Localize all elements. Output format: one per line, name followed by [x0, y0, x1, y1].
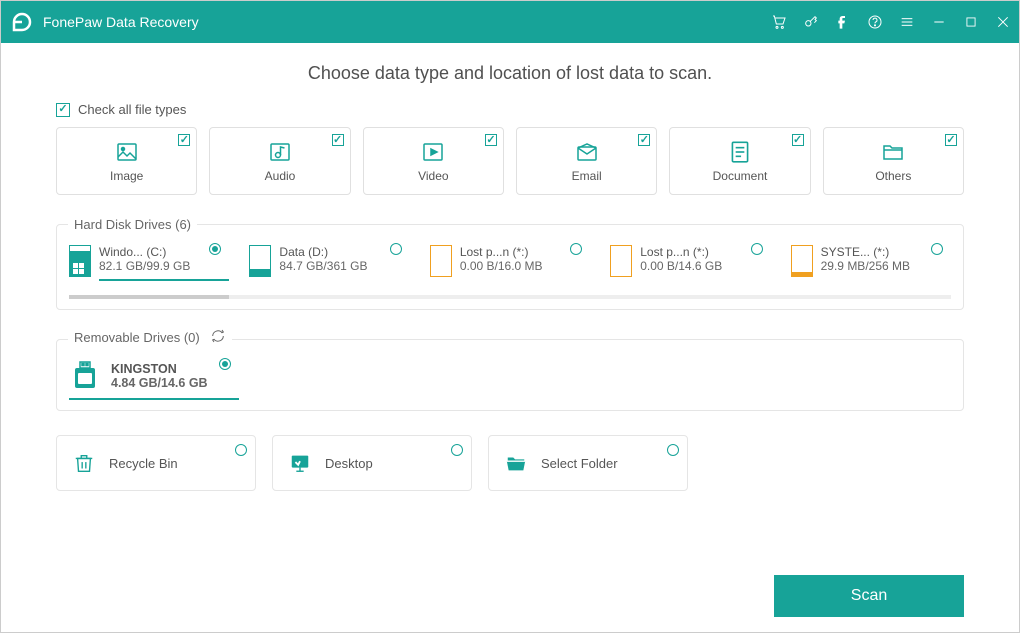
hdd-box: Windo... (C:) 82.1 GB/99.9 GB Data (D:) …: [56, 224, 964, 310]
hdd-section-label: Hard Disk Drives (6): [68, 217, 197, 232]
filetype-checkbox[interactable]: [332, 134, 344, 146]
location-radio[interactable]: [667, 444, 679, 456]
filetype-label: Email: [572, 169, 602, 183]
filetype-card-image[interactable]: Image: [56, 127, 197, 195]
video-icon: [419, 139, 447, 165]
drive-radio[interactable]: [390, 243, 402, 255]
main-content: Choose data type and location of lost da…: [1, 43, 1019, 632]
filetype-label: Document: [713, 169, 768, 183]
image-icon: [113, 139, 141, 165]
folder-open-icon: [503, 450, 529, 476]
key-icon[interactable]: [803, 14, 819, 30]
filetype-checkbox[interactable]: [945, 134, 957, 146]
scan-button[interactable]: Scan: [774, 575, 964, 617]
location-desktop[interactable]: Desktop: [272, 435, 472, 491]
filetype-checkbox[interactable]: [792, 134, 804, 146]
drive-size: 84.7 GB/361 GB: [279, 259, 409, 273]
titlebar: FonePaw Data Recovery: [1, 1, 1019, 43]
drive-size: 0.00 B/16.0 MB: [460, 259, 590, 273]
filetype-card-email[interactable]: Email: [516, 127, 657, 195]
location-label: Desktop: [325, 456, 373, 471]
facebook-icon[interactable]: [835, 14, 851, 30]
filetype-label: Others: [875, 169, 911, 183]
desktop-icon: [287, 450, 313, 476]
folder-icon: [879, 139, 907, 165]
filetype-checkbox[interactable]: [485, 134, 497, 146]
drive-icon: [610, 245, 632, 277]
menu-icon[interactable]: [899, 14, 915, 30]
scan-row: Scan: [56, 575, 964, 617]
removable-box: KINGSTON 4.84 GB/14.6 GB: [56, 339, 964, 411]
location-recycle-bin[interactable]: Recycle Bin: [56, 435, 256, 491]
location-radio[interactable]: [235, 444, 247, 456]
location-label: Select Folder: [541, 456, 618, 471]
check-all-row[interactable]: Check all file types: [56, 102, 964, 117]
email-icon: [573, 139, 601, 165]
app-logo: [9, 9, 35, 35]
drive-radio[interactable]: [931, 243, 943, 255]
filetype-label: Image: [110, 169, 143, 183]
hdd-drive[interactable]: Windo... (C:) 82.1 GB/99.9 GB: [69, 245, 229, 281]
usb-icon: [69, 360, 101, 392]
drive-underline: [99, 279, 229, 281]
drive-icon: [430, 245, 452, 277]
location-select-folder[interactable]: Select Folder: [488, 435, 688, 491]
check-all-label: Check all file types: [78, 102, 186, 117]
hdd-drive[interactable]: SYSTE... (*:) 29.9 MB/256 MB: [791, 245, 951, 281]
hdd-drive[interactable]: Lost p...n (*:) 0.00 B/14.6 GB: [610, 245, 770, 281]
hdd-drive[interactable]: Lost p...n (*:) 0.00 B/16.0 MB: [430, 245, 590, 281]
audio-icon: [266, 139, 294, 165]
drive-size: 0.00 B/14.6 GB: [640, 259, 770, 273]
filetype-card-audio[interactable]: Audio: [209, 127, 350, 195]
filetype-label: Video: [418, 169, 448, 183]
drive-size: 4.84 GB/14.6 GB: [111, 376, 208, 390]
drive-info: KINGSTON 4.84 GB/14.6 GB: [111, 362, 208, 390]
app-title: FonePaw Data Recovery: [43, 14, 771, 30]
titlebar-icons: [771, 14, 1011, 30]
filetype-card-video[interactable]: Video: [363, 127, 504, 195]
filetype-card-others[interactable]: Others: [823, 127, 964, 195]
document-icon: [726, 139, 754, 165]
drive-radio[interactable]: [751, 243, 763, 255]
help-icon[interactable]: [867, 14, 883, 30]
drive-icon: [249, 245, 271, 277]
removable-section-label: Removable Drives (0): [68, 328, 232, 347]
page-heading: Choose data type and location of lost da…: [56, 63, 964, 84]
maximize-icon[interactable]: [963, 14, 979, 30]
app-window: FonePaw Data Recovery Choose data type a…: [0, 0, 1020, 633]
trash-icon: [71, 450, 97, 476]
refresh-icon[interactable]: [210, 328, 226, 347]
drive-name: KINGSTON: [111, 362, 208, 376]
drive-icon: [791, 245, 813, 277]
drive-icon: [69, 245, 91, 277]
check-all-checkbox[interactable]: [56, 103, 70, 117]
locations-row: Recycle Bin Desktop Select Folder: [56, 435, 964, 491]
filetype-label: Audio: [265, 169, 296, 183]
filetype-card-document[interactable]: Document: [669, 127, 810, 195]
filetype-grid: Image Audio Video Email Document: [56, 127, 964, 195]
drive-radio[interactable]: [219, 358, 231, 370]
close-icon[interactable]: [995, 14, 1011, 30]
cart-icon[interactable]: [771, 14, 787, 30]
drive-underline: [69, 398, 239, 400]
removable-drive[interactable]: KINGSTON 4.84 GB/14.6 GB: [69, 360, 239, 392]
filetype-checkbox[interactable]: [638, 134, 650, 146]
location-radio[interactable]: [451, 444, 463, 456]
location-label: Recycle Bin: [109, 456, 178, 471]
hdd-row: Windo... (C:) 82.1 GB/99.9 GB Data (D:) …: [69, 245, 951, 281]
hdd-scrollbar[interactable]: [69, 295, 951, 299]
drive-size: 82.1 GB/99.9 GB: [99, 259, 229, 273]
drive-size: 29.9 MB/256 MB: [821, 259, 951, 273]
filetype-checkbox[interactable]: [178, 134, 190, 146]
hdd-drive[interactable]: Data (D:) 84.7 GB/361 GB: [249, 245, 409, 281]
minimize-icon[interactable]: [931, 14, 947, 30]
